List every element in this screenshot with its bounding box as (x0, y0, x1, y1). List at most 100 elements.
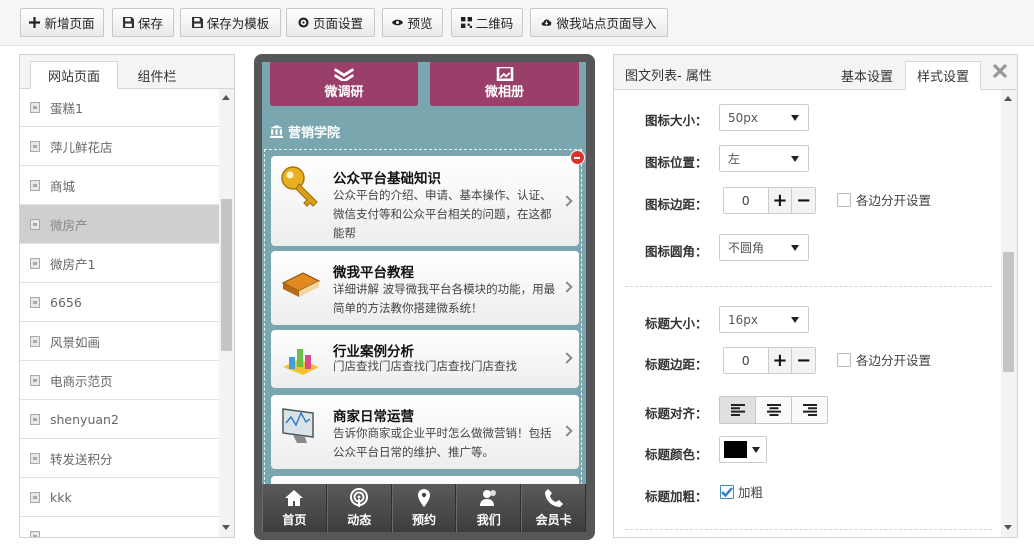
page-list-item[interactable]: 蛋糕1 (20, 89, 219, 127)
decrement-button[interactable]: − (791, 188, 816, 213)
scroll-down-icon[interactable] (222, 525, 230, 530)
plus-icon (29, 17, 41, 28)
card-desc: 门店查找门店查找门店查找门店查找 (333, 359, 517, 373)
scroll-up-icon[interactable] (222, 95, 230, 100)
page-icon (30, 335, 40, 347)
tile-album[interactable]: 微相册 (430, 62, 579, 106)
align-left-button[interactable] (720, 397, 755, 423)
page-icon (30, 218, 40, 230)
icon-position-value: 左 (728, 152, 741, 166)
scroll-down-icon[interactable] (1004, 525, 1012, 530)
decrement-button[interactable]: − (791, 348, 816, 373)
nav-home[interactable]: 首页 (262, 484, 327, 532)
checkbox-label: 各边分开设置 (856, 193, 932, 208)
icon-size-select[interactable]: 50px (719, 104, 809, 131)
checkbox[interactable] (837, 192, 851, 207)
align-center-button[interactable] (755, 397, 791, 423)
nav-member-card[interactable]: 会员卡 (521, 484, 586, 532)
title-align-label: 标题对齐： (645, 406, 708, 421)
title-align-group (719, 396, 828, 424)
page-list-item[interactable]: 电商示范页 (20, 361, 219, 400)
page-list-item[interactable] (20, 517, 219, 537)
preview-button[interactable]: 预览 (382, 8, 443, 37)
save-template-icon (191, 17, 203, 28)
page-name: 微房产1 (50, 256, 96, 272)
title-color-picker[interactable] (719, 436, 767, 463)
add-page-button[interactable]: 新增页面 (20, 8, 104, 37)
phone-icon (544, 489, 563, 507)
icon-margin-stepper[interactable]: 0 + − (723, 187, 816, 214)
properties-panel: 图文列表- 属性 基本设置 样式设置 图标大小： 50px 图标位置： 左 图标… (613, 54, 1018, 538)
icon-position-select[interactable]: 左 (719, 145, 809, 172)
page-icon (30, 491, 40, 503)
save-icon (122, 17, 134, 28)
scroll-up-icon[interactable] (1004, 96, 1012, 101)
page-list-item[interactable]: shenyuan2 (20, 400, 219, 439)
close-icon[interactable] (992, 63, 1008, 79)
page-icon (30, 452, 40, 464)
icon-radius-select[interactable]: 不圆角 (719, 234, 809, 261)
title-size-select[interactable]: 16px (719, 306, 809, 333)
import-pages-button[interactable]: 微我站点页面导入 (530, 8, 668, 37)
save-as-template-button[interactable]: 保存为模板 (180, 8, 281, 37)
page-list-item[interactable]: kkk (20, 478, 219, 517)
page-list-item[interactable]: 微房产1 (20, 244, 219, 283)
page-list-item[interactable]: 风景如画 (20, 322, 219, 361)
list-item-card[interactable]: 微我平台教程 详细讲解 波导微我平台各模块的功能，用最简单的方法教你搭建微系统！ (271, 251, 579, 325)
page-list-scrollbar[interactable] (219, 89, 234, 537)
tab-style-settings[interactable]: 样式设置 (905, 61, 981, 90)
icon-margin-value[interactable]: 0 (724, 188, 768, 213)
nav-news[interactable]: 动态 (326, 484, 392, 532)
list-item-card[interactable]: 商家日常运营 告诉你商家或企业平时怎么做微营销！包括公众平台日常的维护、推广等。 (271, 395, 579, 469)
page-list: 蛋糕1 萍儿鲜花店 商城 微房产 微房产1 6656 风景如画 电商示范页 sh… (20, 89, 219, 537)
align-right-button[interactable] (791, 397, 827, 423)
page-settings-label: 页面设置 (312, 16, 363, 31)
icon-margin-separate[interactable]: 各边分开设置 (837, 190, 931, 209)
nav-about[interactable]: 我们 (456, 484, 522, 532)
title-bold-toggle[interactable]: 加粗 (720, 482, 763, 501)
title-margin-value[interactable]: 0 (724, 348, 768, 373)
add-page-label: 新增页面 (44, 16, 95, 31)
tab-basic-settings-label: 基本设置 (840, 70, 893, 85)
tab-site-pages[interactable]: 网站页面 (30, 61, 118, 89)
left-tabs: 网站页面 组件栏 (20, 55, 234, 89)
properties-scrollbar[interactable] (1001, 90, 1017, 537)
color-swatch (724, 441, 747, 458)
section-title-label: 营销学院 (288, 125, 341, 141)
nav-booking-label: 预约 (411, 513, 436, 527)
nav-booking[interactable]: 预约 (391, 484, 457, 532)
scroll-thumb[interactable] (1003, 252, 1014, 372)
nav-member-card-label: 会员卡 (535, 513, 572, 527)
page-list-item[interactable]: 萍儿鲜花店 (20, 127, 219, 166)
title-margin-stepper[interactable]: 0 + − (723, 347, 816, 374)
selected-component-frame[interactable]: 公众平台基础知识 公众平台的介绍、申请、基本操作、认证、微信支付等和公众平台相关… (264, 149, 582, 496)
page-list-item[interactable]: 转发送积分 (20, 439, 219, 478)
list-item-card[interactable]: 行业案例分析 门店查找门店查找门店查找门店查找 (271, 330, 579, 388)
scroll-thumb[interactable] (221, 199, 232, 351)
qrcode-icon (460, 17, 472, 28)
tab-components[interactable]: 组件栏 (118, 61, 196, 89)
save-button[interactable]: 保存 (112, 8, 174, 37)
checkbox-checked[interactable] (720, 484, 734, 499)
qrcode-button[interactable]: 二维码 (451, 8, 523, 37)
page-list-item[interactable]: 6656 (20, 283, 219, 322)
bank-icon (270, 124, 283, 138)
page-list-item[interactable]: 商城 (20, 166, 219, 205)
checkbox[interactable] (837, 352, 851, 367)
tab-basic-settings[interactable]: 基本设置 (832, 61, 902, 90)
save-label: 保存 (137, 16, 163, 31)
nav-news-label: 动态 (347, 513, 372, 527)
list-item-card[interactable]: 公众平台基础知识 公众平台的介绍、申请、基本操作、认证、微信支付等和公众平台相关… (271, 156, 579, 246)
page-settings-button[interactable]: 页面设置 (286, 8, 375, 37)
page-name: 风景如画 (50, 334, 101, 350)
page-name: kkk (50, 489, 72, 505)
book-icon (281, 272, 321, 297)
icon-radius-value: 不圆角 (728, 241, 765, 255)
increment-button[interactable]: + (767, 348, 792, 373)
tile-survey[interactable]: 微调研 (270, 62, 418, 106)
remove-component-icon[interactable] (570, 150, 585, 165)
page-list-item-selected[interactable]: 微房产 (20, 205, 219, 244)
increment-button[interactable]: + (767, 188, 792, 213)
chevron-right-icon (561, 425, 573, 437)
title-margin-separate[interactable]: 各边分开设置 (837, 350, 931, 369)
